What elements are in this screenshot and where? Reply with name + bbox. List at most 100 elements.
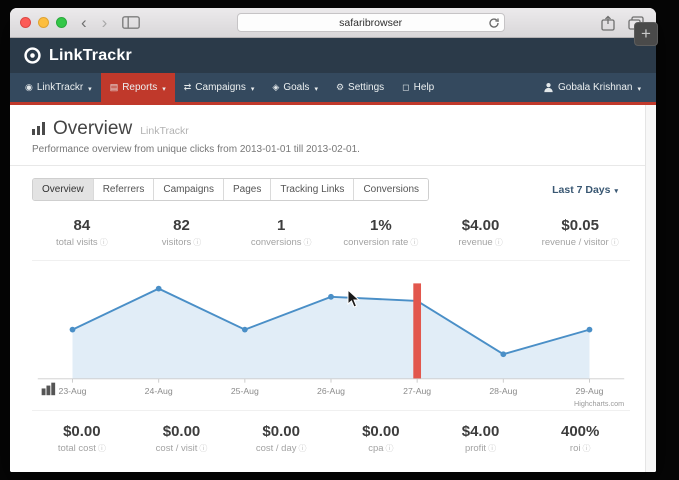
info-icon[interactable]: ⓘ — [98, 444, 106, 453]
stat-value: 84 — [32, 217, 132, 234]
nav-item-help[interactable]: ◻ Help — [393, 73, 443, 102]
stat-label: profitⓘ — [431, 443, 531, 454]
stat-visitors: 82visitorsⓘ — [132, 217, 232, 248]
info-icon[interactable]: ⓘ — [193, 238, 201, 247]
tab-tracking-links[interactable]: Tracking Links — [271, 179, 354, 200]
page-description: Performance overview from unique clicks … — [32, 144, 634, 155]
date-range-label: Last 7 Days — [552, 184, 610, 196]
page-header: Overview LinkTrackr Performance overview… — [10, 105, 656, 166]
tab-pages[interactable]: Pages — [224, 179, 271, 200]
svg-text:24-Aug: 24-Aug — [145, 386, 173, 396]
stat-cpa: $0.00 cpaⓘ — [331, 423, 431, 454]
goals-icon: ◈ — [272, 82, 279, 93]
bar-chart-icon — [32, 122, 45, 135]
stat-label: roiⓘ — [530, 443, 630, 454]
stat-total-visits: 84 total visitsⓘ — [32, 217, 132, 248]
minimize-window-button[interactable] — [38, 17, 49, 28]
info-icon[interactable]: ⓘ — [386, 444, 394, 453]
tab-referrers[interactable]: Referrers — [94, 179, 155, 200]
svg-text:26-Aug: 26-Aug — [317, 386, 345, 396]
stat-value: $0.00 — [331, 423, 431, 440]
nav-item-label: Settings — [348, 82, 384, 93]
info-icon[interactable]: ⓘ — [304, 238, 312, 247]
sidebar-toggle-icon[interactable] — [122, 16, 140, 29]
refresh-icon[interactable] — [488, 17, 500, 32]
report-tabs: OverviewReferrersCampaignsPagesTracking … — [32, 178, 429, 201]
nav-item-linktrackr[interactable]: ◉ LinkTrackr ▾ — [16, 73, 101, 102]
caret-down-icon: ▾ — [637, 85, 641, 93]
brand-title: LinkTrackr — [49, 47, 132, 65]
page-title: Overview — [53, 118, 132, 140]
stats-row-top: 84total visitsⓘ82visitorsⓘ1conversionsⓘ1… — [10, 213, 656, 260]
stat-value: $4.00 — [431, 423, 531, 440]
caret-down-icon: ▾ — [88, 85, 92, 93]
address-text: safaribrowser — [339, 17, 402, 29]
info-icon[interactable]: ⓘ — [100, 238, 108, 247]
nav-item-goals[interactable]: ◈Goals▾ — [263, 73, 327, 102]
address-bar[interactable]: safaribrowser — [237, 13, 505, 32]
stat-value: $0.00 — [231, 423, 331, 440]
user-menu[interactable]: Gobala Krishnan ▾ — [534, 73, 650, 102]
close-window-button[interactable] — [20, 17, 31, 28]
settings-icon: ⚙ — [336, 82, 344, 93]
stat-total-cost: $0.00total costⓘ — [32, 423, 132, 454]
back-button[interactable]: ‹ — [81, 14, 87, 31]
window-controls — [20, 17, 67, 28]
nav-item-campaigns[interactable]: ⇄Campaigns▾ — [175, 73, 264, 102]
svg-text:29-Aug: 29-Aug — [576, 386, 604, 396]
stat-cost-visit: $0.00cost / visitⓘ — [132, 423, 232, 454]
forward-button[interactable]: › — [102, 14, 108, 31]
info-icon[interactable]: ⓘ — [582, 444, 590, 453]
nav-item-settings[interactable]: ⚙ Settings — [327, 73, 393, 102]
nav-item-label: Reports — [122, 82, 157, 93]
nav-spacer — [443, 73, 534, 102]
stat-value: $4.00 — [431, 217, 531, 234]
stat-value: 400% — [530, 423, 630, 440]
stat-label: conversionsⓘ — [231, 237, 331, 248]
stat-value: 1 — [231, 217, 331, 234]
info-icon[interactable]: ⓘ — [299, 444, 307, 453]
stats-row-bottom: $0.00total costⓘ$0.00cost / visitⓘ$0.00c… — [10, 419, 656, 466]
traffic-chart[interactable]: 23-Aug24-Aug25-Aug26-Aug27-Aug28-Aug29-A… — [32, 265, 630, 410]
linktrackr-logo-icon — [23, 46, 42, 65]
nav-item-label: Campaigns — [195, 82, 246, 93]
browser-window: ‹ › safaribrowser — [10, 8, 656, 472]
user-icon — [543, 82, 554, 93]
main-nav: ◉LinkTrackr▾▤Reports▾⇄Campaigns▾◈Goals▾⚙… — [16, 73, 443, 102]
info-icon[interactable]: ⓘ — [410, 238, 418, 247]
stat-label: revenueⓘ — [431, 237, 531, 248]
linktrackr-icon: ◉ — [25, 82, 33, 93]
info-icon[interactable]: ⓘ — [495, 238, 503, 247]
tab-overview[interactable]: Overview — [33, 179, 94, 200]
info-icon[interactable]: ⓘ — [199, 444, 207, 453]
main-navbar: ◉LinkTrackr▾▤Reports▾⇄Campaigns▾◈Goals▾⚙… — [10, 73, 656, 105]
svg-text:25-Aug: 25-Aug — [231, 386, 259, 396]
share-icon[interactable] — [601, 15, 615, 31]
zoom-window-button[interactable] — [56, 17, 67, 28]
app-header: LinkTrackr — [10, 38, 656, 73]
stat-label: total costⓘ — [32, 443, 132, 454]
stat-label: visitorsⓘ — [132, 237, 232, 248]
svg-text:27-Aug: 27-Aug — [403, 386, 431, 396]
stat-label: total visitsⓘ — [32, 237, 132, 248]
plus-button[interactable]: + — [634, 22, 658, 46]
user-name: Gobala Krishnan — [558, 82, 633, 93]
info-icon[interactable]: ⓘ — [488, 444, 496, 453]
info-icon[interactable]: ⓘ — [611, 238, 619, 247]
date-range-dropdown[interactable]: Last 7 Days ▾ — [552, 184, 618, 196]
stat-value: $0.05 — [530, 217, 630, 234]
caret-down-icon: ▾ — [162, 85, 166, 93]
nav-item-reports[interactable]: ▤Reports▾ — [101, 73, 175, 102]
caret-down-icon: ▾ — [251, 85, 255, 93]
tab-campaigns[interactable]: Campaigns — [154, 179, 224, 200]
stat-label: conversion rateⓘ — [331, 237, 431, 248]
nav-item-label: LinkTrackr — [37, 82, 83, 93]
nav-item-label: Help — [414, 82, 435, 93]
report-toolbar: OverviewReferrersCampaignsPagesTracking … — [10, 166, 656, 213]
tab-conversions[interactable]: Conversions — [354, 179, 428, 200]
stat-roi: 400% roiⓘ — [530, 423, 630, 454]
help-icon: ◻ — [402, 82, 409, 93]
scrollbar[interactable] — [645, 105, 656, 472]
svg-text:Highcharts.com: Highcharts.com — [574, 399, 624, 408]
stat-label: cpaⓘ — [331, 443, 431, 454]
